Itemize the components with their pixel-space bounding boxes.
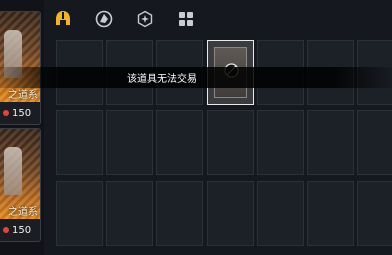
tab-helmet[interactable]	[52, 8, 74, 30]
coin-icon	[3, 227, 9, 233]
tab-grid[interactable]	[175, 8, 197, 30]
price-row: 150	[0, 219, 40, 241]
inventory-slot[interactable]	[357, 181, 392, 246]
inventory-slot[interactable]	[257, 110, 304, 175]
card-name: 之道系	[8, 207, 38, 218]
inventory-slot[interactable]	[207, 181, 254, 246]
coin-icon	[3, 110, 9, 116]
card-price: 150	[12, 107, 32, 119]
category-tab-bar	[52, 8, 197, 30]
inventory-slot[interactable]	[56, 110, 103, 175]
untradable-tooltip: 该道具无法交易	[0, 67, 392, 88]
hexagon-badge-icon	[137, 10, 153, 28]
inventory-slot[interactable]	[106, 110, 153, 175]
inventory-slot[interactable]	[106, 181, 153, 246]
inventory-slot[interactable]	[156, 181, 203, 246]
tab-cards[interactable]	[93, 8, 115, 30]
grid-blocks-icon	[179, 12, 193, 26]
inventory-slot[interactable]	[56, 181, 103, 246]
price-row: 150	[0, 102, 40, 124]
inventory-slot[interactable]	[156, 110, 203, 175]
inventory-slot[interactable]	[207, 110, 254, 175]
helmet-icon	[56, 11, 70, 25]
card-name: 之道系	[8, 90, 38, 101]
inventory-slot[interactable]	[357, 110, 392, 175]
tab-hexagon[interactable]	[134, 8, 156, 30]
shop-card-2[interactable]: 之道系 150	[0, 128, 41, 242]
cards-icon	[95, 10, 113, 28]
inventory-slot[interactable]	[307, 110, 354, 175]
left-shop-panel: 之道系 150 之道系 150	[0, 0, 44, 255]
inventory-slot[interactable]	[257, 181, 304, 246]
tooltip-message: 该道具无法交易	[127, 74, 197, 85]
inventory-slot[interactable]	[307, 181, 354, 246]
card-price: 150	[12, 224, 32, 236]
